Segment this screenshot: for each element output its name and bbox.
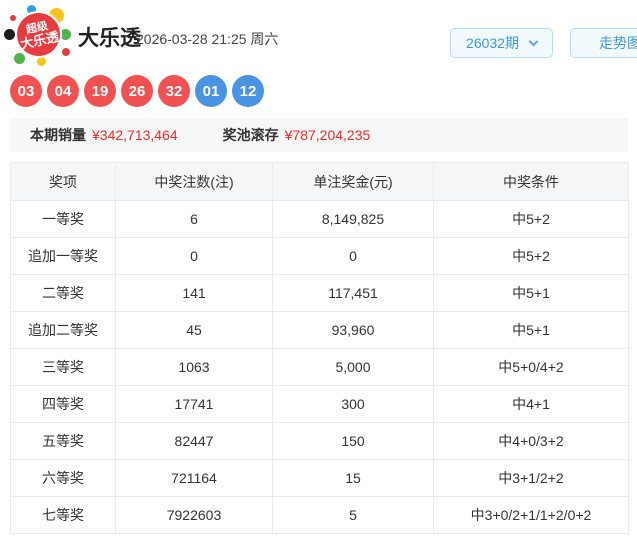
logo-text-line2: 大乐透 (18, 28, 61, 52)
prize-level-cell: 追加一等奖 (10, 237, 116, 275)
issue-select-label: 26032期 (466, 35, 519, 51)
front-ball: 03 (10, 75, 42, 107)
win-condition-cell: 中5+0/4+2 (433, 348, 629, 386)
winner-count-cell: 7922603 (115, 496, 273, 534)
logo-dot-yellow-bottom (37, 57, 46, 66)
table-row: 二等奖 141 117,451 中5+1 (10, 274, 629, 312)
prize-level-cell: 二等奖 (10, 274, 116, 312)
prize-table: 奖项 中奖注数(注) 单注奖金(元) 中奖条件 一等奖 6 8,149,825 … (10, 162, 629, 534)
col-header-prize-level: 奖项 (10, 162, 116, 201)
prize-level-cell: 六等奖 (10, 459, 116, 497)
prize-amount-cell: 15 (272, 459, 434, 497)
winner-count-cell: 141 (115, 274, 273, 312)
trend-chart-button[interactable]: 走势图 (570, 28, 637, 58)
table-row: 一等奖 6 8,149,825 中5+2 (10, 200, 629, 238)
prize-table-header: 奖项 中奖注数(注) 单注奖金(元) 中奖条件 (10, 162, 629, 201)
table-row: 五等奖 82447 150 中4+0/3+2 (10, 422, 629, 460)
balls-row: 03 04 19 26 32 01 12 (10, 75, 637, 107)
prize-level-cell: 四等奖 (10, 385, 116, 423)
winner-count-cell: 82447 (115, 422, 273, 460)
front-ball: 32 (158, 75, 190, 107)
page-title: 大乐透 (78, 27, 141, 50)
back-ball: 12 (232, 75, 264, 107)
prize-amount-cell: 8,149,825 (272, 200, 434, 238)
sales-strip: 本期销量 ¥342,713,464 奖池滚存 ¥787,204,235 (10, 118, 628, 152)
prize-level-cell: 三等奖 (10, 348, 116, 386)
front-ball: 19 (84, 75, 116, 107)
prize-amount-cell: 5 (272, 496, 434, 534)
pool-value: ¥787,204,235 (284, 127, 371, 143)
prize-amount-cell: 0 (272, 237, 434, 275)
prize-level-cell: 追加二等奖 (10, 311, 116, 349)
pool-label: 奖池滚存 (222, 127, 279, 143)
sales-value: ¥342,713,464 (92, 127, 178, 143)
win-condition-cell: 中4+0/3+2 (433, 422, 629, 460)
prize-level-cell: 一等奖 (10, 200, 116, 238)
winner-count-cell: 721164 (115, 459, 273, 497)
page-header: 超级 大乐透 大乐透 2026-03-28 21:25 周六 26032期 走势… (0, 0, 637, 70)
prize-table-body: 一等奖 6 8,149,825 中5+2 追加一等奖 0 0 中5+2 二等奖 … (10, 200, 629, 534)
draw-datetime: 2026-03-28 21:25 周六 (136, 31, 279, 47)
winner-count-cell: 1063 (115, 348, 273, 386)
logo-dot-black (4, 29, 15, 40)
winner-count-cell: 6 (115, 200, 273, 238)
winner-count-cell: 0 (115, 237, 273, 275)
prize-amount-cell: 117,451 (272, 274, 434, 312)
table-row: 七等奖 7922603 5 中3+0/2+1/1+2/0+2 (10, 496, 629, 534)
winner-count-cell: 17741 (115, 385, 273, 423)
prize-amount-cell: 93,960 (272, 311, 434, 349)
win-condition-cell: 中5+1 (433, 274, 629, 312)
win-condition-cell: 中3+0/2+1/1+2/0+2 (433, 496, 629, 534)
table-row: 追加一等奖 0 0 中5+2 (10, 237, 629, 275)
prize-amount-cell: 5,000 (272, 348, 434, 386)
sales-label: 本期销量 (30, 127, 86, 143)
logo-dot-red (62, 48, 70, 56)
logo-dot-green-bottom (14, 53, 25, 64)
table-row: 追加二等奖 45 93,960 中5+1 (10, 311, 629, 349)
issue-select[interactable]: 26032期 (450, 28, 553, 58)
front-ball: 04 (47, 75, 79, 107)
prize-level-cell: 七等奖 (10, 496, 116, 534)
table-row: 四等奖 17741 300 中4+1 (10, 385, 629, 423)
col-header-winner-count: 中奖注数(注) (115, 162, 273, 201)
winner-count-cell: 45 (115, 311, 273, 349)
chevron-down-icon (528, 36, 539, 46)
prize-level-cell: 五等奖 (10, 422, 116, 460)
col-header-win-condition: 中奖条件 (433, 162, 629, 201)
table-row: 三等奖 1063 5,000 中5+0/4+2 (10, 348, 629, 386)
win-condition-cell: 中5+2 (433, 237, 629, 275)
trend-chart-button-label: 走势图 (599, 35, 637, 51)
super-lotto-logo: 超级 大乐透 (4, 5, 71, 66)
win-condition-cell: 中4+1 (433, 385, 629, 423)
prize-amount-cell: 150 (272, 422, 434, 460)
win-condition-cell: 中5+2 (433, 200, 629, 238)
front-ball: 26 (121, 75, 153, 107)
win-condition-cell: 中5+1 (433, 311, 629, 349)
back-ball: 01 (195, 75, 227, 107)
logo-dot-red-small (10, 15, 16, 21)
col-header-prize-amount: 单注奖金(元) (272, 162, 434, 201)
prize-amount-cell: 300 (272, 385, 434, 423)
table-row: 六等奖 721164 15 中3+1/2+2 (10, 459, 629, 497)
win-condition-cell: 中3+1/2+2 (433, 459, 629, 497)
